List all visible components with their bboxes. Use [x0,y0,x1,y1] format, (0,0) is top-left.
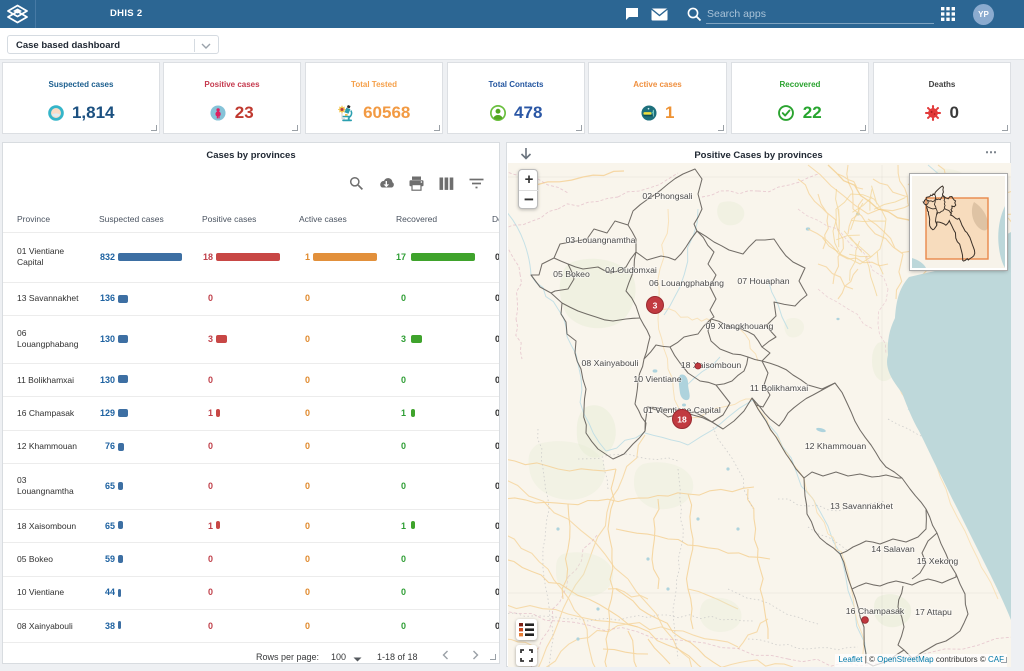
svg-text:03 Louangnamtha: 03 Louangnamtha [565,235,635,245]
svg-text:02 Phongsali: 02 Phongsali [642,191,692,201]
svg-text:11 Bolikhamxai: 11 Bolikhamxai [750,383,808,393]
svg-text:17 Attapu: 17 Attapu [915,607,952,617]
svg-text:05 Bokeo: 05 Bokeo [553,269,590,279]
svg-text:13 Savannakhet: 13 Savannakhet [830,501,893,511]
svg-text:12 Khammouan: 12 Khammouan [805,441,867,451]
svg-text:16 Champasak: 16 Champasak [846,606,905,616]
svg-text:10 Vientiane: 10 Vientiane [633,374,681,384]
svg-text:14 Salavan: 14 Salavan [871,544,915,554]
svg-text:3: 3 [653,301,658,311]
svg-text:09 Xiangkhouang: 09 Xiangkhouang [706,321,774,331]
svg-text:04 Oudomxai: 04 Oudomxai [605,265,657,275]
svg-text:15 Xekong: 15 Xekong [917,556,959,566]
svg-text:06 Louangphabang: 06 Louangphabang [649,278,724,288]
svg-text:18: 18 [677,415,687,425]
svg-text:07 Houaphan: 07 Houaphan [737,276,789,286]
svg-text:08 Xainyabouli: 08 Xainyabouli [582,358,639,368]
svg-text:18 Xaisomboun: 18 Xaisomboun [681,360,742,370]
